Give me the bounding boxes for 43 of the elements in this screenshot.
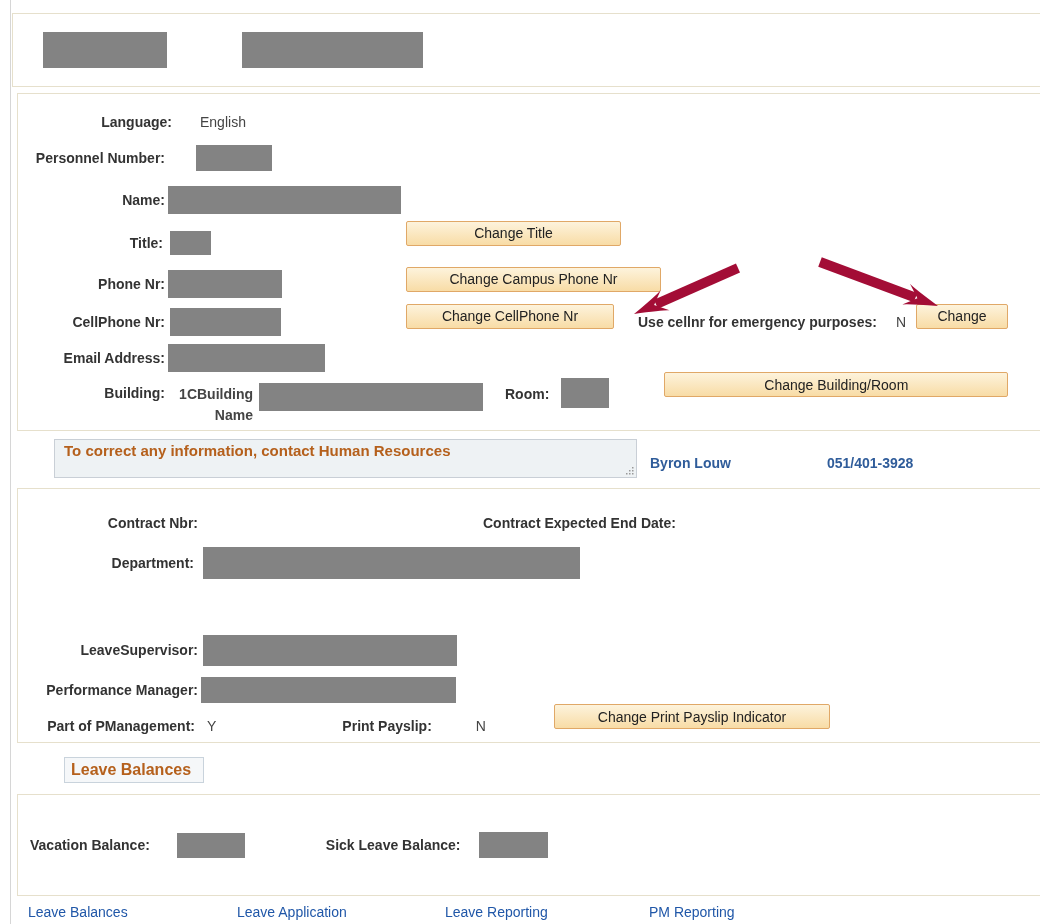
field-label: Sick Leave Balance: bbox=[325, 837, 461, 853]
leave-balances-tab[interactable]: Leave Balances bbox=[64, 757, 204, 783]
field-label: Personnel Number: bbox=[34, 150, 165, 166]
redaction-block bbox=[176, 832, 245, 858]
field-value: N bbox=[895, 314, 906, 330]
field-label: Use cellnr for emergency purposes: bbox=[638, 314, 877, 330]
building-value: 1CBuilding Name bbox=[178, 385, 253, 425]
contact-name: Byron Louw bbox=[650, 454, 731, 471]
change-emergency-button[interactable]: Change bbox=[916, 303, 1008, 329]
field-value: N bbox=[475, 717, 486, 734]
field-label: Contract Expected End Date: bbox=[483, 515, 676, 531]
field-label: LeaveSupervisor: bbox=[79, 642, 198, 658]
nav-link[interactable]: Leave Reporting bbox=[445, 904, 649, 920]
resize-grip-icon bbox=[625, 466, 634, 475]
field-label: Phone Nr: bbox=[97, 276, 165, 292]
field-label: Print Payslip: bbox=[342, 717, 432, 734]
change-title-button[interactable]: Change Title bbox=[406, 220, 621, 246]
field-label: Room: bbox=[505, 386, 550, 402]
field-label: Part of PManagement: bbox=[46, 717, 195, 734]
field-label: Name: bbox=[121, 192, 165, 208]
redaction-block bbox=[479, 832, 549, 858]
field-label: Email Address: bbox=[62, 350, 165, 366]
nav-link[interactable]: Leave Balances bbox=[28, 904, 237, 920]
field-label: Department: bbox=[110, 555, 194, 571]
redaction-block bbox=[170, 231, 211, 255]
contact-phone: 051/401-3928 bbox=[826, 454, 914, 471]
change-cellphone-button[interactable]: Change CellPhone Nr bbox=[406, 303, 614, 329]
field-label: Title: bbox=[128, 235, 163, 251]
field-label: Performance Manager: bbox=[45, 682, 198, 698]
field-label: Vacation Balance: bbox=[30, 837, 150, 853]
field-label: Contract Nbr: bbox=[106, 515, 198, 531]
field-label: Building: bbox=[103, 385, 165, 401]
change-building-button[interactable]: Change Building/Room bbox=[664, 372, 1009, 397]
message-text: To correct any information, contact Human Resources bbox=[64, 442, 451, 459]
field-label: Language: bbox=[100, 114, 172, 130]
field-value: English bbox=[200, 114, 246, 130]
redaction-block bbox=[561, 378, 610, 408]
change-payslip-button[interactable]: Change Print Payslip Indicator bbox=[553, 704, 830, 729]
nav-link[interactable]: PM Reporting bbox=[649, 904, 799, 920]
field-label: CellPhone Nr: bbox=[71, 314, 165, 330]
change-phone-button[interactable]: Change Campus Phone Nr bbox=[406, 266, 661, 292]
field-value: Y bbox=[207, 717, 217, 734]
nav-link[interactable]: Leave Application bbox=[237, 904, 445, 920]
